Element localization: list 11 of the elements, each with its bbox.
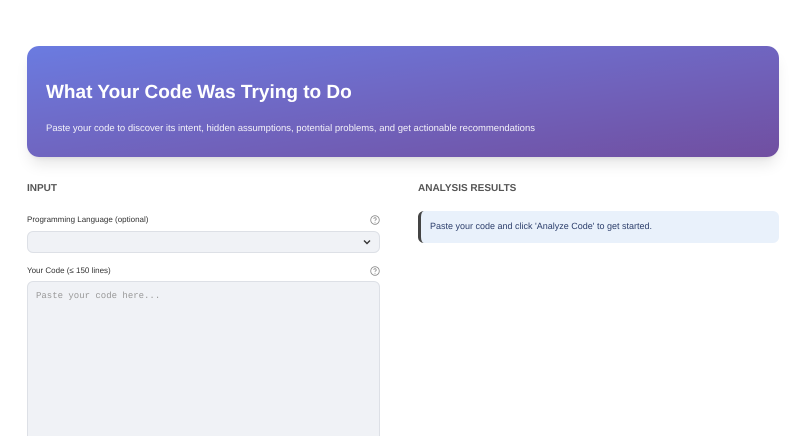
field-label: Programming Language (optional): [27, 214, 148, 226]
help-icon[interactable]: [370, 266, 380, 276]
field-label: Your Code (≤ 150 lines): [27, 265, 111, 277]
page-subtitle: Paste your code to discover its intent, hidden assumptions, potential problems, and get actionable recommendations: [46, 122, 536, 136]
code-input-field[interactable]: Paste your code here...: [27, 281, 380, 436]
page-title: What Your Code Was Trying to Do: [46, 81, 353, 105]
section-heading: INPUT: [27, 182, 58, 196]
help-icon[interactable]: [370, 215, 380, 225]
section-heading: ANALYSIS RESULTS: [418, 182, 518, 196]
chevron-down-icon: [363, 239, 371, 245]
info-text: Paste your code and click 'Analyze Code' to get started.: [430, 220, 652, 234]
